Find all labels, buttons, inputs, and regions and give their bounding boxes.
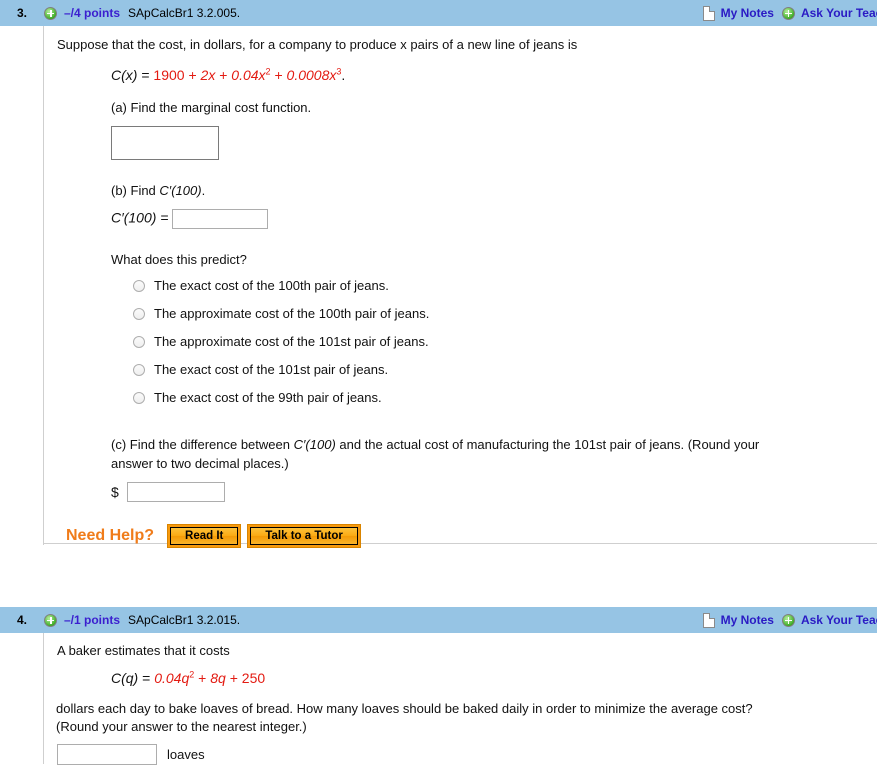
formula-term-2: 8q bbox=[210, 670, 226, 686]
ask-teacher-plus-icon[interactable] bbox=[781, 613, 795, 627]
formula-term-1-exponent: 2 bbox=[189, 669, 195, 680]
notes-page-icon[interactable] bbox=[702, 5, 715, 21]
question-number: 3. bbox=[16, 6, 27, 20]
currency-symbol: $ bbox=[111, 484, 119, 500]
part-b-label: (b) Find C′(100). bbox=[111, 182, 877, 199]
read-it-button-label: Read It bbox=[170, 527, 239, 545]
question-4-line-1: dollars each day to bake loaves of bread… bbox=[56, 701, 753, 716]
header-actions-4: My Notes Ask Your Teacher bbox=[702, 607, 877, 633]
cost-formula: C(x) = 1900 + 2x + 0.04x2 + 0.0008x3. bbox=[111, 65, 877, 85]
formula-op-1: + bbox=[188, 67, 197, 83]
part-c-line-2: answer to two decimal places.) bbox=[111, 456, 289, 471]
question-4-prompt: A baker estimates that it costs bbox=[57, 643, 230, 658]
expand-plus-icon[interactable] bbox=[44, 6, 57, 20]
predict-options-list: The exact cost of the 100th pair of jean… bbox=[111, 278, 877, 418]
option-label-3: The approximate cost of the 101st pair o… bbox=[154, 334, 429, 349]
formula-term-1: 0.04q bbox=[154, 670, 190, 686]
option-label-2: The approximate cost of the 100th pair o… bbox=[154, 306, 430, 321]
question-block-3: 3. –/4 points SApCalcBr1 3.2.005. My Not… bbox=[0, 0, 877, 548]
radio-button-1[interactable] bbox=[133, 280, 145, 292]
part-c-answer-input[interactable] bbox=[126, 482, 225, 502]
part-c-line-1-pre: (c) Find the difference between bbox=[111, 437, 294, 452]
ask-your-teacher-link[interactable]: Ask Your Teacher bbox=[801, 6, 877, 20]
formula-lhs: C(x) bbox=[111, 67, 138, 83]
talk-to-a-tutor-button-label: Talk to a Tutor bbox=[250, 527, 358, 545]
question-key: SApCalcBr1 3.2.005. bbox=[128, 6, 241, 20]
points-label: –/1 points bbox=[64, 613, 121, 627]
radio-button-2[interactable] bbox=[133, 308, 145, 320]
part-b-answer-label: C′(100) = bbox=[111, 209, 169, 226]
option-label-4: The exact cost of the 101st pair of jean… bbox=[154, 362, 389, 377]
question-content-4: A baker estimates that it costs C(q) = 0… bbox=[44, 633, 877, 765]
option-row-1[interactable]: The exact cost of the 100th pair of jean… bbox=[133, 278, 877, 306]
predict-question: What does this predict? bbox=[111, 252, 247, 267]
need-help-row: Need Help? Read It Talk to a Tutor bbox=[66, 524, 877, 548]
part-b-answer-input[interactable] bbox=[172, 209, 269, 229]
question-number: 4. bbox=[16, 613, 27, 627]
formula-period: . bbox=[341, 67, 346, 83]
question-gutter bbox=[0, 633, 44, 764]
question-prompt: Suppose that the cost, in dollars, for a… bbox=[57, 37, 578, 52]
radio-button-4[interactable] bbox=[133, 364, 145, 376]
loaves-answer-input[interactable] bbox=[57, 744, 157, 765]
formula-term-1: 1900 bbox=[153, 67, 185, 83]
points-label: –/4 points bbox=[64, 6, 121, 20]
part-a-answer-box[interactable] bbox=[111, 126, 219, 160]
baker-cost-formula: C(q) = 0.04q2 + 8q + 250 bbox=[111, 668, 877, 688]
option-row-3[interactable]: The approximate cost of the 101st pair o… bbox=[133, 334, 877, 362]
read-it-button[interactable]: Read It bbox=[167, 524, 242, 548]
formula-op-3: + bbox=[274, 67, 283, 83]
ask-teacher-plus-icon[interactable] bbox=[781, 6, 795, 20]
formula-term-3: 250 bbox=[241, 670, 266, 686]
formula-op-1: + bbox=[198, 670, 207, 686]
formula-term-3: 0.04x bbox=[231, 67, 266, 83]
formula-term-4: 0.0008x bbox=[286, 67, 337, 83]
part-b-label-post: . bbox=[201, 183, 206, 198]
loaves-unit-label: loaves bbox=[167, 747, 205, 762]
question-separator bbox=[0, 545, 877, 607]
my-notes-link[interactable]: My Notes bbox=[721, 613, 774, 627]
part-c-line-1-post: and the actual cost of manufacturing the… bbox=[335, 437, 760, 452]
formula-lhs: C(q) bbox=[111, 670, 139, 686]
question-header-4: 4. –/1 points SApCalcBr1 3.2.015. My Not… bbox=[0, 607, 877, 633]
ask-your-teacher-link[interactable]: Ask Your Teacher bbox=[801, 613, 877, 627]
formula-op-2: + bbox=[219, 67, 228, 83]
question-content-3: Suppose that the cost, in dollars, for a… bbox=[44, 26, 877, 548]
expand-plus-icon[interactable] bbox=[44, 613, 57, 627]
part-c-line-1: (c) Find the difference between C′(100) … bbox=[111, 436, 877, 453]
part-b-label-pre: (b) Find bbox=[111, 183, 160, 198]
formula-equals: = bbox=[141, 67, 150, 83]
need-help-label: Need Help? bbox=[66, 527, 155, 544]
question-block-4: 4. –/1 points SApCalcBr1 3.2.015. My Not… bbox=[0, 607, 877, 765]
question-gutter bbox=[0, 26, 44, 545]
part-b-answer-row: C′(100) = bbox=[111, 209, 877, 229]
formula-equals: = bbox=[142, 670, 151, 686]
talk-to-a-tutor-button[interactable]: Talk to a Tutor bbox=[247, 524, 361, 548]
question-key: SApCalcBr1 3.2.015. bbox=[128, 613, 241, 627]
my-notes-link[interactable]: My Notes bbox=[721, 6, 774, 20]
question-4-line-2: (Round your answer to the nearest intege… bbox=[56, 719, 307, 734]
option-row-2[interactable]: The approximate cost of the 100th pair o… bbox=[133, 306, 877, 334]
part-a-label: (a) Find the marginal cost function. bbox=[111, 100, 312, 115]
notes-page-icon[interactable] bbox=[702, 612, 715, 628]
radio-button-3[interactable] bbox=[133, 336, 145, 348]
radio-button-5[interactable] bbox=[133, 392, 145, 404]
question-body-4: A baker estimates that it costs C(q) = 0… bbox=[0, 633, 877, 765]
option-row-5[interactable]: The exact cost of the 99th pair of jeans… bbox=[133, 390, 877, 418]
part-c-answer-row: $ bbox=[111, 482, 877, 502]
question-4-answer-row: loaves bbox=[57, 744, 877, 765]
header-actions-3: My Notes Ask Your Teacher bbox=[702, 0, 877, 26]
formula-op-2: + bbox=[229, 670, 238, 686]
question-body-3: Suppose that the cost, in dollars, for a… bbox=[0, 26, 877, 548]
formula-term-2: 2x bbox=[200, 67, 216, 83]
part-a-answer-wrap bbox=[111, 126, 877, 160]
part-c-line-1-math: C′(100) bbox=[293, 437, 336, 452]
option-label-5: The exact cost of the 99th pair of jeans… bbox=[154, 390, 382, 405]
question-header-3: 3. –/4 points SApCalcBr1 3.2.005. My Not… bbox=[0, 0, 877, 26]
option-label-1: The exact cost of the 100th pair of jean… bbox=[154, 278, 389, 293]
part-b-label-math: C′(100) bbox=[159, 183, 202, 198]
option-row-4[interactable]: The exact cost of the 101st pair of jean… bbox=[133, 362, 877, 390]
formula-term-3-exponent: 2 bbox=[265, 66, 271, 77]
